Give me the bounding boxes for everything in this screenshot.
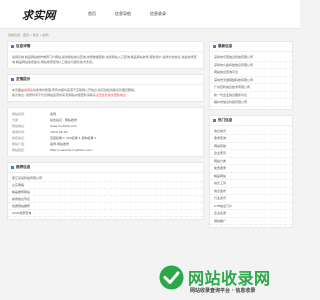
list-item[interactable]: 深圳市天翼网络科技有限公司 xyxy=(210,77,292,84)
list-item[interactable]: 精品网站 xyxy=(210,173,292,180)
watermark-subtext: 网站收录查询平台 · 信息收录 xyxy=(190,288,256,294)
list-item[interactable]: 信息发布 xyxy=(210,188,292,195)
site-link[interactable]: http://caselink.mythite.com/ xyxy=(50,147,92,153)
list-item[interactable]: 收录查询 xyxy=(210,135,292,143)
list-item[interactable]: CTN信息门户 xyxy=(210,203,292,210)
list-item[interactable]: 深圳市众鑫科技信息有限公司 xyxy=(210,62,292,69)
list-item[interactable]: 案例信息列表 xyxy=(8,196,203,203)
notice-panel: 友情提示 本页面由案例系统收录并整理,所有内容均来源于互联网公开信息,如有侵权请… xyxy=(7,74,204,102)
list-item[interactable]: 广州百利信息技术有限公司 xyxy=(210,84,292,92)
list-item[interactable]: 网站推广 xyxy=(210,218,292,225)
list-item[interactable]: 深圳市乐康信息科技有限公司 xyxy=(210,54,292,62)
square-icon xyxy=(213,45,216,48)
info-row: 网站链接: http://caselink.mythite.com/ xyxy=(12,147,93,153)
latest-title: 最新信息 xyxy=(218,44,233,48)
square-icon xyxy=(11,166,14,169)
square-icon xyxy=(11,78,14,81)
watermark-text: 网站收录网 xyxy=(188,269,271,288)
list-item[interactable]: 浙江某某科技有限公司 xyxy=(8,175,203,182)
list-item[interactable]: 新一代企业信息服务平台 xyxy=(210,92,292,99)
detail-panel: 信息详情 案例系统,精品网站制作推荐门户网站,提供网站信息查询,收录数据更新,免… xyxy=(7,41,204,69)
hot-panel: 热门信息 信息快讯 收录查询 网站导航 企业黄页 网站分类 免费收录 精品网站 … xyxy=(209,114,293,228)
list-item[interactable]: 站长工具 xyxy=(210,180,292,188)
list-item[interactable]: 网站分类 xyxy=(210,158,292,165)
update-link[interactable]: 点击此处提交更新信息 xyxy=(96,93,126,97)
sidebar: 最新信息 深圳市乐康信息科技有限公司 深圳市众鑫科技信息有限公司 网站信息查询平… xyxy=(209,41,293,233)
breadcrumb: 当前位置：首页 » 信息 » 案例 xyxy=(8,33,49,37)
recommend-title: 推荐信息 xyxy=(16,165,31,169)
nav-submit[interactable]: 信息收录 xyxy=(150,11,166,17)
square-icon xyxy=(213,118,216,122)
main-nav: 首页 信息导航 信息收录 xyxy=(88,11,185,17)
detail-title: 信息详情 xyxy=(16,44,31,48)
list-item[interactable]: 优质网站推荐 xyxy=(8,203,203,210)
list-item[interactable]: 网站导航 xyxy=(210,143,292,150)
list-item[interactable]: 行业资讯 xyxy=(210,195,292,203)
list-item[interactable]: 免费收录 xyxy=(210,165,292,173)
recommend-panel: 推荐信息 浙江某某科技有限公司 山东网络 精品推荐网站 案例信息列表 优质网站推… xyxy=(7,162,204,220)
list-item[interactable]: 福州市信息科技有限公司 xyxy=(210,99,292,107)
site-logo[interactable]: 求实网 xyxy=(22,7,56,23)
main-column: 信息详情 案例系统,精品网站制作推荐门户网站,提供网站信息查询,收录数据更新,免… xyxy=(7,41,204,225)
hot-title: 热门信息 xyxy=(218,117,233,122)
nav-home[interactable]: 首页 xyxy=(88,11,96,17)
notice-line-2: 提示信息: 收录时间不代表网站运营时间,若网站内容更新请联系点击此处提交更新信息 xyxy=(12,93,126,97)
list-item[interactable]: 山东网络 xyxy=(8,182,203,189)
list-item[interactable]: 企业黄页 xyxy=(210,150,292,158)
top-bar: 求实网 首页 信息导航 信息收录 xyxy=(0,0,300,29)
list-item[interactable]: ASOI收录查询 xyxy=(8,210,203,217)
square-icon xyxy=(11,45,14,48)
latest-panel: 最新信息 深圳市乐康信息科技有限公司 深圳市众鑫科技信息有限公司 网站信息查询平… xyxy=(209,41,293,110)
list-item[interactable]: 信息快讯 xyxy=(210,128,292,135)
list-item[interactable]: 精品推荐网站 xyxy=(8,189,203,196)
notice-title: 友情提示 xyxy=(16,77,31,81)
watermark: 网站收录网 网站收录查询平台 · 信息收录 xyxy=(150,260,300,300)
info-panel: 网站名称: 案例 分类: 综合站点 · 网站收录 网站地址: www.mythite.… xyxy=(7,107,204,157)
notice-site-link[interactable]: 案例系统 xyxy=(24,88,36,92)
detail-text: 案例系统,精品网站制作推荐门户网站,提供网站信息查询,收录数据更新,免费网站入口… xyxy=(12,55,197,64)
nav-directory[interactable]: 信息导航 xyxy=(115,11,131,17)
watermark-logo-icon xyxy=(159,265,184,290)
list-item[interactable]: 网站信息查询平台 xyxy=(210,69,292,77)
list-item[interactable]: 企业名录 xyxy=(210,210,292,218)
